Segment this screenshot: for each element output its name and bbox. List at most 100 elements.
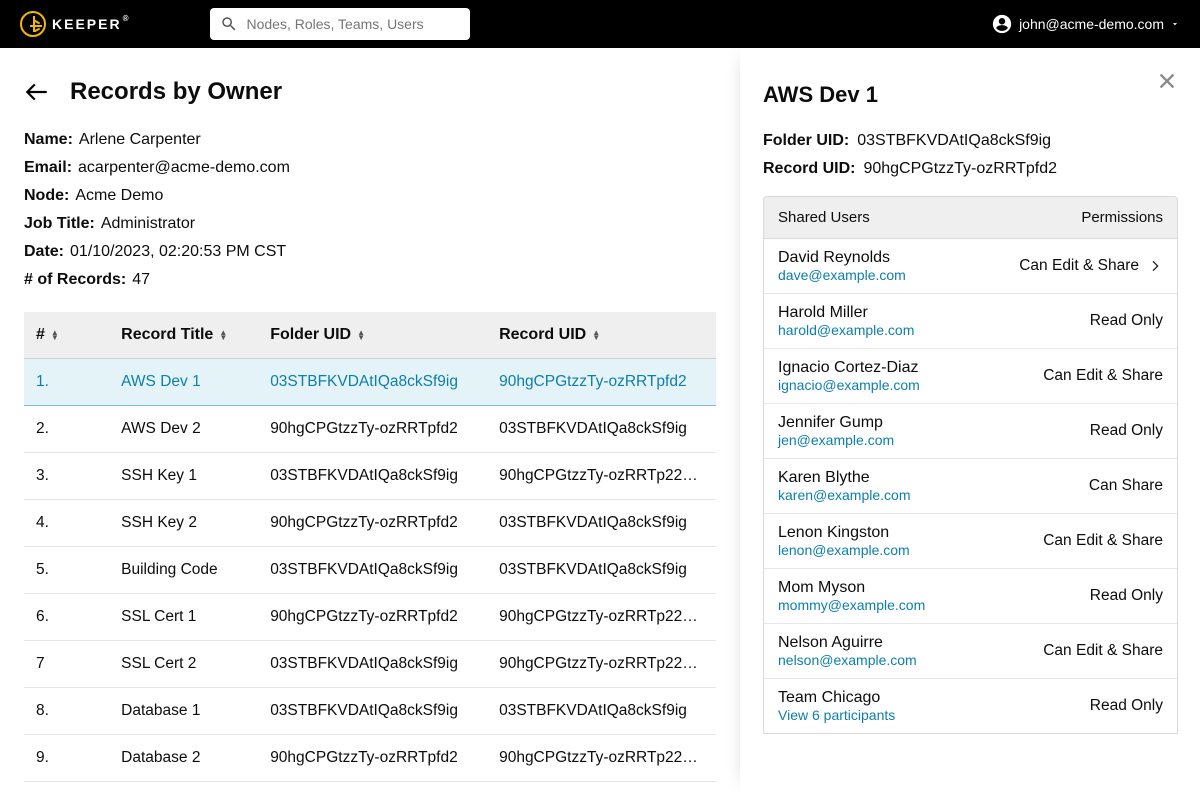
cell-record: 03STBFKVDAtIQa8ckSf9ig (487, 406, 716, 453)
cell-title: Database 1 (109, 688, 258, 735)
cell-folder: 03STBFKVDAtIQa8ckSf9ig (258, 547, 487, 594)
chevron-down-icon (1170, 19, 1180, 29)
cell-folder: 03STBFKVDAtIQa8ckSf9ig (258, 453, 487, 500)
cell-num: 9. (24, 735, 109, 782)
avatar-icon (991, 13, 1013, 35)
panel-record-uid: 90hgCPGtzzTy-ozRRTpfd2 (863, 160, 1057, 177)
label-email: Email: (24, 159, 72, 176)
records-table: #▲▼ Record Title▲▼ Folder UID▲▼ Record U… (24, 312, 716, 782)
cell-title: Database 2 (109, 735, 258, 782)
shared-user-permission: Read Only (1090, 422, 1163, 440)
shared-user-row[interactable]: Nelson Aguirrenelson@example.comCan Edit… (764, 624, 1177, 679)
col-folder-uid[interactable]: Folder UID▲▼ (258, 312, 487, 359)
table-row[interactable]: 7SSL Cert 203STBFKVDAtIQa8ckSf9ig90hgCPG… (24, 641, 716, 688)
owner-email: acarpenter@acme-demo.com (78, 159, 290, 176)
shared-user-sub[interactable]: harold@example.com (778, 322, 914, 338)
search-input[interactable] (244, 15, 460, 33)
search-icon (220, 15, 238, 33)
cell-title: Building Code (109, 547, 258, 594)
account-email: john@acme-demo.com (1019, 16, 1164, 32)
shared-user-name: Lenon Kingston (778, 524, 910, 542)
shared-user-sub[interactable]: mommy@example.com (778, 597, 925, 613)
shared-user-name: David Reynolds (778, 249, 906, 267)
cell-folder: 90hgCPGtzzTy-ozRRTpfd2 (258, 594, 487, 641)
account-menu[interactable]: john@acme-demo.com (991, 13, 1180, 35)
cell-num: 5. (24, 547, 109, 594)
cell-num: 2. (24, 406, 109, 453)
report-date: 01/10/2023, 02:20:53 PM CST (70, 243, 286, 260)
cell-record: 03STBFKVDAtIQa8ckSf9ig (487, 688, 716, 735)
cell-record: 03STBFKVDAtIQa8ckSf9ig (487, 500, 716, 547)
shared-user-sub[interactable]: karen@example.com (778, 487, 911, 503)
panel-title: AWS Dev 1 (763, 82, 1178, 108)
col-num[interactable]: #▲▼ (24, 312, 109, 359)
close-icon[interactable] (1156, 70, 1178, 92)
shared-user-row[interactable]: Jennifer Gumpjen@example.comRead Only (764, 404, 1177, 459)
shared-user-sub[interactable]: lenon@example.com (778, 542, 910, 558)
col-record-uid[interactable]: Record UID▲▼ (487, 312, 716, 359)
table-row[interactable]: 2.AWS Dev 290hgCPGtzzTy-ozRRTpfd203STBFK… (24, 406, 716, 453)
label-record-uid: Record UID: (763, 160, 855, 177)
table-row[interactable]: 8.Database 103STBFKVDAtIQa8ckSf9ig03STBF… (24, 688, 716, 735)
cell-title: SSH Key 2 (109, 500, 258, 547)
cell-record: 90hgCPGtzzTy-ozRRTp22df… (487, 453, 716, 500)
shared-user-sub[interactable]: nelson@example.com (778, 652, 917, 668)
brand-mark-icon (20, 11, 46, 37)
shared-user-row[interactable]: Harold Millerharold@example.com Read Only (764, 294, 1177, 349)
shared-user-name: Harold Miller (778, 304, 914, 322)
permissions-label: Permissions (1081, 209, 1163, 226)
cell-title: AWS Dev 1 (109, 359, 258, 406)
cell-num: 3. (24, 453, 109, 500)
main-content: Records by Owner Name:Arlene Carpenter E… (0, 48, 740, 792)
label-folder-uid: Folder UID: (763, 132, 849, 149)
detail-panel: AWS Dev 1 Folder UID: 03STBFKVDAtIQa8ckSf… (740, 48, 1200, 792)
shared-user-row[interactable]: Team ChicagoView 6 participantsRead Only (764, 679, 1177, 733)
table-row[interactable]: 3.SSH Key 103STBFKVDAtIQa8ckSf9ig90hgCPG… (24, 453, 716, 500)
shared-user-sub[interactable]: dave@example.com (778, 267, 906, 283)
record-count: 47 (132, 271, 150, 288)
shared-user-row[interactable]: Karen Blythekaren@example.comCan Share (764, 459, 1177, 514)
col-title[interactable]: Record Title▲▼ (109, 312, 258, 359)
shared-user-row[interactable]: David Reynoldsdave@example.comCan Edit &… (764, 239, 1177, 294)
table-row[interactable]: 1.AWS Dev 103STBFKVDAtIQa8ckSf9ig90hgCPG… (24, 359, 716, 406)
cell-num: 8. (24, 688, 109, 735)
shared-user-name: Team Chicago (778, 689, 895, 707)
cell-record: 90hgCPGtzzTy-ozRRTp22df… (487, 735, 716, 782)
owner-jobtitle: Administrator (101, 215, 195, 232)
header-left: KEEPER® (20, 8, 470, 40)
brand-logo[interactable]: KEEPER® (20, 11, 130, 37)
shared-user-name: Mom Myson (778, 579, 925, 597)
table-row[interactable]: 4.SSH Key 290hgCPGtzzTy-ozRRTpfd203STBFK… (24, 500, 716, 547)
shared-user-name: Nelson Aguirre (778, 634, 917, 652)
shared-user-sub[interactable]: jen@example.com (778, 432, 894, 448)
shared-user-sub[interactable]: View 6 participants (778, 707, 895, 723)
shared-user-permission: Read Only (1090, 587, 1163, 605)
cell-folder: 90hgCPGtzzTy-ozRRTpfd2 (258, 500, 487, 547)
shared-user-sub[interactable]: ignacio@example.com (778, 377, 920, 393)
cell-title: AWS Dev 2 (109, 406, 258, 453)
cell-num: 1. (24, 359, 109, 406)
label-date: Date: (24, 243, 64, 260)
cell-record: 90hgCPGtzzTy-ozRRTpfd2 (487, 359, 716, 406)
owner-node: Acme Demo (75, 187, 163, 204)
panel-folder-uid: 03STBFKVDAtIQa8ckSf9ig (857, 132, 1051, 149)
shared-user-row[interactable]: Ignacio Cortez-Diazignacio@example.comCa… (764, 349, 1177, 404)
cell-folder: 03STBFKVDAtIQa8ckSf9ig (258, 688, 487, 735)
cell-title: SSL Cert 1 (109, 594, 258, 641)
table-row[interactable]: 5.Building Code03STBFKVDAtIQa8ckSf9ig03S… (24, 547, 716, 594)
shared-user-row[interactable]: Lenon Kingstonlenon@example.comCan Edit … (764, 514, 1177, 569)
table-row[interactable]: 9.Database 290hgCPGtzzTy-ozRRTpfd290hgCP… (24, 735, 716, 782)
cell-num: 7 (24, 641, 109, 688)
shared-user-permission: Read Only (1090, 312, 1163, 330)
table-row[interactable]: 6.SSL Cert 190hgCPGtzzTy-ozRRTpfd290hgCP… (24, 594, 716, 641)
shared-users-list: David Reynoldsdave@example.comCan Edit &… (763, 239, 1178, 734)
global-search[interactable] (210, 8, 470, 40)
shared-user-permission: Can Share (1089, 477, 1163, 495)
shared-header: Shared Users Permissions (763, 196, 1178, 239)
cell-title: SSL Cert 2 (109, 641, 258, 688)
label-name: Name: (24, 131, 73, 148)
shared-user-name: Ignacio Cortez-Diaz (778, 359, 920, 377)
shared-user-row[interactable]: Mom Mysonmommy@example.com Read Only (764, 569, 1177, 624)
label-count: # of Records: (24, 271, 126, 288)
back-arrow-icon[interactable] (24, 79, 50, 105)
